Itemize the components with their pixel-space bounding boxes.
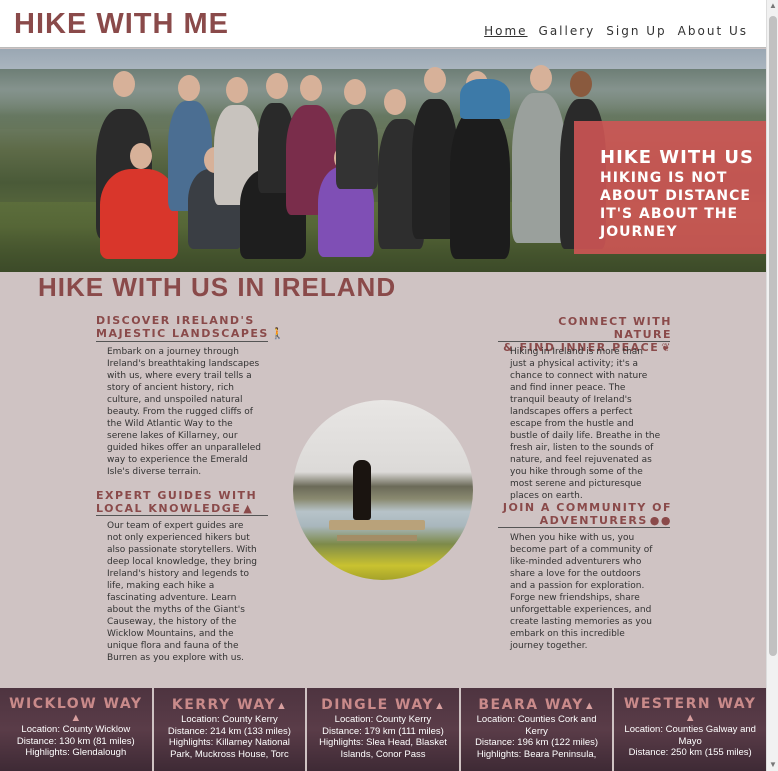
hiker-head (226, 77, 248, 103)
trail-card-line: Location: Counties Galway and (624, 724, 756, 735)
discover-title-line: MAJESTIC LANDSCAPES (96, 327, 269, 340)
tree-icon: ▲ (583, 700, 595, 712)
trail-card[interactable]: WESTERN WAY ▲ Location: Counties Galway … (614, 688, 766, 771)
bench-shape (329, 520, 425, 530)
tree-icon: ▲ (684, 712, 696, 724)
trail-card[interactable]: WICKLOW WAY ▲ Location: County Wicklow D… (0, 688, 152, 771)
site-logo[interactable]: HIKE WITH ME (14, 8, 229, 41)
trail-card-line: Distance: 196 km (122 miles) (475, 737, 599, 748)
hiker-head (384, 89, 406, 115)
nature-text: Hiking in Ireland is more than just a ph… (510, 347, 661, 501)
hero-image: HIKE WITH US HIKING IS NOT ABOUT DISTANC… (0, 49, 766, 272)
hiker-figure (336, 109, 378, 189)
page-title: HIKE WITH US IN IRELAND (38, 272, 397, 302)
guides-title-row: LOCAL KNOWLEDGE ▲ (96, 502, 270, 515)
community-title-line: ADVENTURERS (539, 514, 648, 527)
trail-card-title: WICKLOW WAY (9, 696, 143, 712)
trail-card[interactable]: DINGLE WAY▲ Location: County Kerry Dista… (307, 688, 459, 771)
trail-card[interactable]: BEARA WAY▲ Location: Counties Cork and K… (460, 688, 613, 771)
hiker-head (266, 73, 288, 99)
trail-card[interactable]: KERRY WAY▲ Location: County Kerry Distan… (153, 688, 306, 771)
hiker-icon: 🚶 (270, 327, 287, 340)
trail-card-line: Highlights: Glendalough (25, 747, 127, 758)
scrollbar-thumb[interactable] (769, 16, 777, 656)
trail-card-line: Mayo (678, 735, 702, 747)
hiker-bench-photo (293, 400, 473, 580)
trail-cards: WICKLOW WAY ▲ Location: County Wicklow D… (0, 688, 766, 771)
nature-divider (498, 341, 670, 342)
trail-card-line: Park, Muckross House, Torc (170, 748, 289, 760)
nature-title-line: CONNECT WITH NATURE (558, 315, 672, 341)
nav-gallery[interactable]: Gallery (539, 24, 596, 38)
hiker-head (424, 67, 446, 93)
mountain-icon: ▲ (243, 502, 254, 515)
trail-card-line: Highlights: Beara Peninsula, (476, 748, 597, 760)
trail-card-title: BEARA WAY (478, 697, 584, 713)
main-nav: Home Gallery Sign Up About Us (484, 24, 748, 38)
site-header: HIKE WITH ME Home Gallery Sign Up About … (0, 0, 766, 48)
hiker-head (344, 79, 366, 105)
discover-text: Embark on a journey through Ireland's br… (107, 347, 261, 477)
trail-card-line: Location: Counties Cork and (476, 714, 597, 725)
bench-shape (337, 535, 417, 541)
discover-section-title: DISCOVER IRELAND'S MAJESTIC LANDSCAPES 🚶 (96, 314, 285, 340)
discover-divider (96, 341, 268, 342)
hero-tagline-line: JOURNEY (600, 224, 678, 240)
guides-title-line: LOCAL KNOWLEDGE (96, 502, 242, 515)
hiker-figure (512, 93, 566, 243)
page-scrollbar[interactable]: ▲ ▼ (766, 0, 778, 771)
discover-title-row: MAJESTIC LANDSCAPES 🚶 (96, 327, 285, 340)
community-title-line: JOIN A COMMUNITY OF (502, 501, 672, 514)
hero-tagline-box: HIKE WITH US HIKING IS NOT ABOUT DISTANC… (574, 121, 766, 254)
hiker-head (570, 71, 592, 97)
scroll-up-arrow-icon[interactable]: ▲ (767, 0, 778, 12)
hiker-figure (450, 109, 510, 259)
hiker-head (300, 75, 322, 101)
trail-card-line: Distance: 250 km (155 miles) (628, 747, 752, 758)
nav-about-us[interactable]: About Us (678, 24, 748, 38)
guides-section-title: EXPERT GUIDES WITH LOCAL KNOWLEDGE ▲ (96, 489, 270, 515)
hiker-figure (100, 169, 178, 259)
hiker-head (130, 143, 152, 169)
trail-card-line: Distance: 214 km (133 miles) (167, 725, 291, 737)
tree-icon: ▲ (433, 700, 445, 712)
guides-title-line: EXPERT GUIDES WITH (96, 489, 258, 502)
community-title-row: ADVENTURERS ●● (498, 514, 672, 527)
hiker-head (113, 71, 135, 97)
community-text: When you hike with us, you become part o… (510, 533, 653, 651)
trail-card-line: Islands, Conor Pass (340, 748, 426, 760)
trail-card-line: Location: County Kerry (334, 714, 432, 725)
trail-card-title: WESTERN WAY (623, 696, 757, 712)
hero-tagline-line: IT'S ABOUT THE (600, 206, 739, 222)
trail-card-line: Location: County Kerry (181, 714, 278, 725)
tree-icon: ▲ (276, 700, 287, 712)
hiker-figure (460, 79, 510, 119)
trail-card-line: Kerry (525, 725, 548, 737)
dove-icon: ❦ (661, 341, 672, 354)
trail-card-title: DINGLE WAY (321, 697, 434, 713)
trail-card-line: Highlights: Slea Head, Blasket (319, 737, 447, 748)
hiker-figure (353, 460, 371, 520)
scroll-down-arrow-icon[interactable]: ▼ (767, 759, 778, 771)
trail-card-title: KERRY WAY (171, 697, 277, 713)
discover-title-line: DISCOVER IRELAND'S (96, 314, 255, 327)
trail-card-line: Location: County Wicklow (21, 724, 131, 735)
community-divider (498, 527, 670, 528)
guides-text: Our team of expert guides are not only e… (107, 521, 257, 663)
group-icon: ●● (649, 514, 672, 527)
nav-sign-up[interactable]: Sign Up (606, 24, 666, 38)
community-section-title: JOIN A COMMUNITY OF ADVENTURERS ●● (498, 501, 672, 527)
hiker-head (178, 75, 200, 101)
hero-tagline-line: HIKING IS NOT (600, 170, 728, 186)
hero-tagline-line: ABOUT DISTANCE (600, 188, 751, 204)
tree-icon: ▲ (70, 712, 82, 724)
hiker-head (530, 65, 552, 91)
trail-card-line: Distance: 179 km (111 miles) (322, 725, 444, 737)
trail-card-line: Distance: 130 km (81 miles) (16, 735, 135, 747)
guides-divider (96, 515, 268, 516)
trail-card-line: Highlights: Killarney National (168, 737, 290, 748)
nav-home[interactable]: Home (484, 24, 527, 38)
hero-tagline-title: HIKE WITH US (600, 147, 755, 168)
